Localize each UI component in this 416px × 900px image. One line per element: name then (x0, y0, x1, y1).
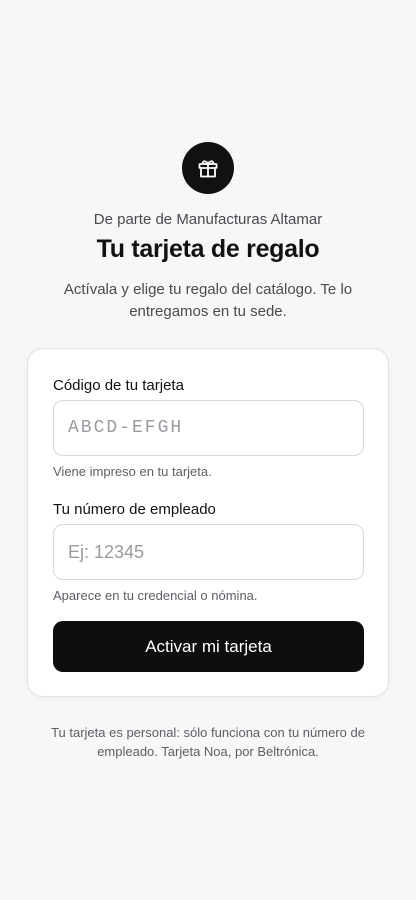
page-subtitle: Actívala y elige tu regalo del catálogo.… (63, 281, 353, 320)
activation-form-card: Código de tu tarjeta Viene impreso en tu… (27, 348, 389, 697)
gift-card-activation-page: De parte de Manufacturas Altamar Tu tarj… (0, 0, 416, 900)
sender-text: De parte de Manufacturas Altamar (93, 211, 323, 228)
card-code-label: Código de tu tarjeta (53, 377, 184, 394)
card-code-input[interactable] (53, 400, 364, 456)
gift-icon (198, 160, 218, 178)
employee-number-input[interactable] (53, 524, 364, 580)
employee-number-label: Tu número de empleado (53, 501, 216, 518)
footer-note: Tu tarjeta es personal: sólo funciona co… (51, 725, 365, 759)
gift-badge (182, 142, 234, 194)
activate-card-button[interactable]: Activar mi tarjeta (53, 621, 364, 672)
page-title: Tu tarjeta de regalo (96, 235, 320, 263)
employee-number-hint: Aparece en tu credencial o nómina. (53, 588, 258, 603)
card-code-hint: Viene impreso en tu tarjeta. (53, 464, 212, 479)
